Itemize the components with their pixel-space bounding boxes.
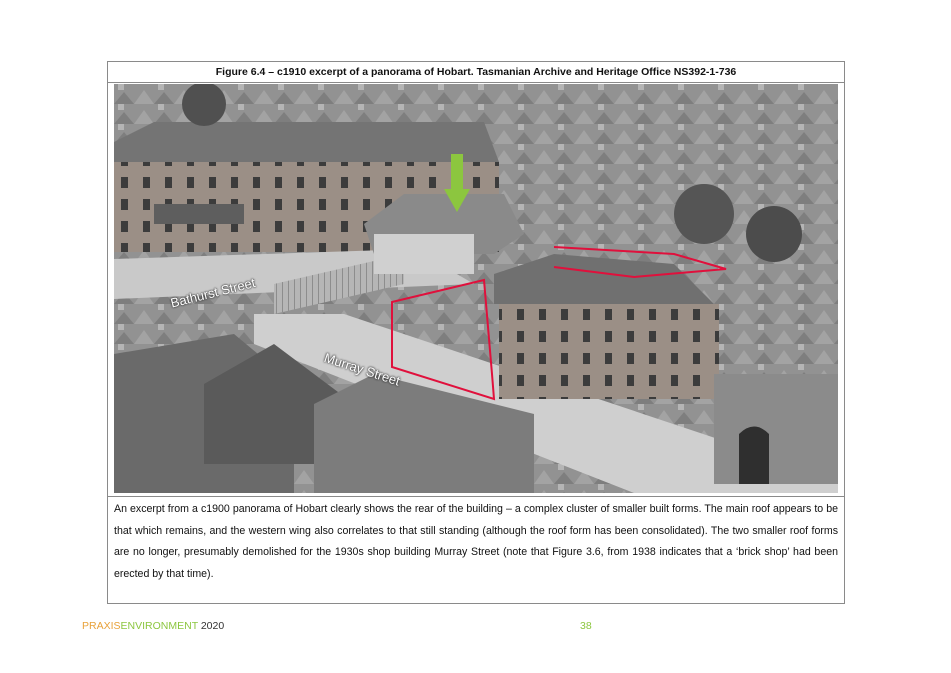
footer-brand: PRAXISENVIRONMENT 2020 — [82, 620, 224, 632]
panorama-photo: Bathurst Street Murray Street — [114, 84, 838, 493]
figure-caption: Figure 6.4 – c1910 excerpt of a panorama… — [108, 62, 844, 83]
brand-praxis: PRAXIS — [82, 620, 121, 632]
brand-environment: ENVIRONMENT — [120, 620, 198, 632]
figure-description: An excerpt from a c1900 panorama of Hoba… — [114, 503, 838, 580]
caption-divider — [108, 496, 844, 497]
page-number: 38 — [580, 620, 592, 632]
footer-year: 2020 — [197, 620, 225, 632]
figure-box: Figure 6.4 – c1910 excerpt of a panorama… — [107, 61, 845, 604]
